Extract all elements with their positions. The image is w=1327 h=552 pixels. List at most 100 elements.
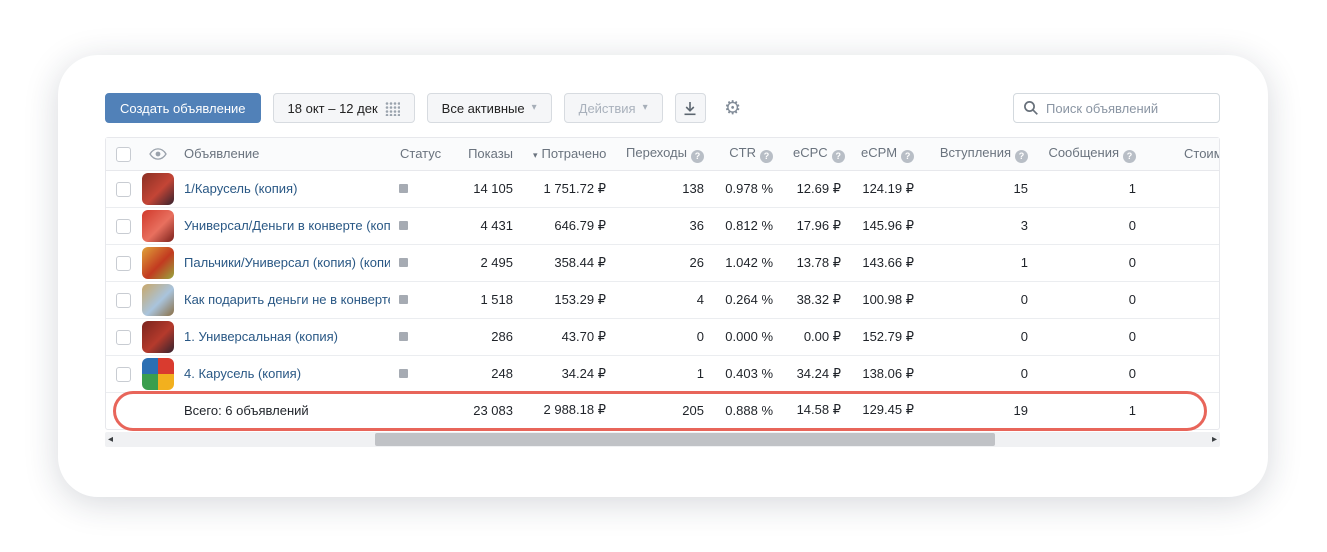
create-ad-button[interactable]: Создать объявление — [105, 93, 261, 123]
cell-clicks: 26 — [616, 244, 714, 281]
cell-joins: 0 — [924, 318, 1038, 355]
column-header-clicks[interactable]: Переходы? — [616, 138, 714, 170]
column-header-ad[interactable]: Объявление — [174, 138, 390, 170]
row-checkbox[interactable] — [116, 293, 131, 308]
search-icon — [1023, 100, 1039, 116]
ad-table-row[interactable]: Универсал/Деньги в конверте (копия) 4 43… — [106, 207, 1219, 244]
visibility-eye-icon[interactable] — [142, 148, 174, 160]
cell-ecpm: 152.79 ₽ — [851, 318, 924, 355]
actions-dropdown[interactable]: Действия ▾ — [564, 93, 663, 123]
help-icon[interactable]: ? — [832, 150, 845, 163]
scroll-right-arrow-icon[interactable]: ▸ — [1212, 433, 1217, 446]
cell-ctr: 0.000 % — [714, 318, 783, 355]
cell-ecpc: 12.69 ₽ — [783, 170, 851, 207]
ad-name-link[interactable]: 1/Карусель (копия) — [184, 181, 297, 196]
status-stopped-icon — [399, 221, 408, 230]
column-header-messages[interactable]: Сообщения? — [1038, 138, 1146, 170]
cell-ecpc: 38.32 ₽ — [783, 281, 851, 318]
total-clicks: 205 — [616, 392, 714, 428]
cell-ecpm: 145.96 ₽ — [851, 207, 924, 244]
cell-shows: 4 431 — [452, 207, 523, 244]
ad-thumbnail[interactable] — [142, 358, 174, 390]
chevron-down-icon: ▾ — [643, 103, 648, 113]
column-header-status[interactable]: Статус — [390, 138, 452, 170]
date-range-label: 18 окт – 12 дек — [288, 101, 378, 116]
cell-joins: 1 — [924, 244, 1038, 281]
row-checkbox[interactable] — [116, 367, 131, 382]
toolbar: Создать объявление 18 окт – 12 дек Все а… — [105, 93, 1220, 123]
download-icon — [683, 101, 697, 116]
total-shows: 23 083 — [452, 392, 523, 428]
cell-spent: 646.79 ₽ — [523, 207, 616, 244]
ad-thumbnail[interactable] — [142, 210, 174, 242]
ads-table: Объявление Статус Показы ▾Потрачено Пере… — [106, 138, 1219, 428]
ad-name-link[interactable]: Как подарить деньги не в конверте — [184, 292, 390, 307]
column-header-spent[interactable]: ▾Потрачено — [523, 138, 616, 170]
scrollbar-thumb[interactable] — [375, 433, 995, 446]
settings-button[interactable]: ⚙ — [718, 93, 748, 123]
ad-name-link[interactable]: Пальчики/Универсал (копия) (копия) — [184, 255, 390, 270]
cell-joins: 0 — [924, 281, 1038, 318]
cell-messages: 0 — [1038, 318, 1146, 355]
help-icon[interactable]: ? — [691, 150, 704, 163]
ad-name-link[interactable]: 4. Карусель (копия) — [184, 366, 301, 381]
horizontal-scrollbar[interactable]: ◂ ▸ — [105, 432, 1220, 447]
help-icon[interactable]: ? — [760, 150, 773, 163]
row-checkbox[interactable] — [116, 219, 131, 234]
cell-joins: 0 — [924, 355, 1038, 392]
status-stopped-icon — [399, 258, 408, 267]
select-all-checkbox[interactable] — [116, 147, 131, 162]
column-header-shows[interactable]: Показы — [452, 138, 523, 170]
column-header-joins[interactable]: Вступления? — [924, 138, 1038, 170]
cell-spent: 43.70 ₽ — [523, 318, 616, 355]
cell-ecpm: 124.19 ₽ — [851, 170, 924, 207]
actions-label: Действия — [579, 101, 636, 116]
ad-table-row[interactable]: 1. Универсальная (копия) 286 43.70 ₽ 0 0… — [106, 318, 1219, 355]
export-button[interactable] — [675, 93, 706, 123]
cell-spent: 34.24 ₽ — [523, 355, 616, 392]
row-checkbox[interactable] — [116, 256, 131, 271]
ad-name-link[interactable]: Универсал/Деньги в конверте (копия) — [184, 218, 390, 233]
column-header-ctr[interactable]: CTR? — [714, 138, 783, 170]
table-header-row: Объявление Статус Показы ▾Потрачено Пере… — [106, 138, 1219, 170]
cell-joins: 3 — [924, 207, 1038, 244]
row-checkbox[interactable] — [116, 330, 131, 345]
search-input[interactable] — [1013, 93, 1220, 123]
help-icon[interactable]: ? — [1123, 150, 1136, 163]
ads-manager-card: Создать объявление 18 окт – 12 дек Все а… — [58, 55, 1268, 497]
help-icon[interactable]: ? — [1015, 150, 1028, 163]
ad-table-row[interactable]: Пальчики/Универсал (копия) (копия) 2 495… — [106, 244, 1219, 281]
column-header-cost-clipped[interactable]: Стоим — [1146, 138, 1219, 170]
status-stopped-icon — [399, 295, 408, 304]
total-spent: 2 988.18 ₽ — [523, 392, 616, 428]
total-ctr: 0.888 % — [714, 392, 783, 428]
ad-table-row[interactable]: 4. Карусель (копия) 248 34.24 ₽ 1 0.403 … — [106, 355, 1219, 392]
cell-ecpm: 143.66 ₽ — [851, 244, 924, 281]
scroll-left-arrow-icon[interactable]: ◂ — [108, 433, 113, 446]
cell-spent: 358.44 ₽ — [523, 244, 616, 281]
row-checkbox[interactable] — [116, 182, 131, 197]
cell-clicks: 138 — [616, 170, 714, 207]
ad-thumbnail[interactable] — [142, 173, 174, 205]
total-label: Всего: 6 объявлений — [174, 392, 390, 428]
date-range-button[interactable]: 18 окт – 12 дек — [273, 93, 415, 123]
ad-thumbnail[interactable] — [142, 247, 174, 279]
cell-ctr: 0.812 % — [714, 207, 783, 244]
help-icon[interactable]: ? — [901, 150, 914, 163]
cell-ctr: 1.042 % — [714, 244, 783, 281]
cell-ecpc: 17.96 ₽ — [783, 207, 851, 244]
cell-ecpm: 138.06 ₽ — [851, 355, 924, 392]
column-header-ecpc[interactable]: eCPC? — [783, 138, 851, 170]
ad-name-link[interactable]: 1. Универсальная (копия) — [184, 329, 338, 344]
ad-table-row[interactable]: 1/Карусель (копия) 14 105 1 751.72 ₽ 138… — [106, 170, 1219, 207]
cell-messages: 0 — [1038, 355, 1146, 392]
status-stopped-icon — [399, 332, 408, 341]
ad-table-row[interactable]: Как подарить деньги не в конверте 1 518 … — [106, 281, 1219, 318]
status-filter-dropdown[interactable]: Все активные ▾ — [427, 93, 552, 123]
cell-ctr: 0.264 % — [714, 281, 783, 318]
column-header-ecpm[interactable]: eCPM? — [851, 138, 924, 170]
ad-thumbnail[interactable] — [142, 321, 174, 353]
cell-shows: 286 — [452, 318, 523, 355]
ad-thumbnail[interactable] — [142, 284, 174, 316]
cell-clicks: 0 — [616, 318, 714, 355]
